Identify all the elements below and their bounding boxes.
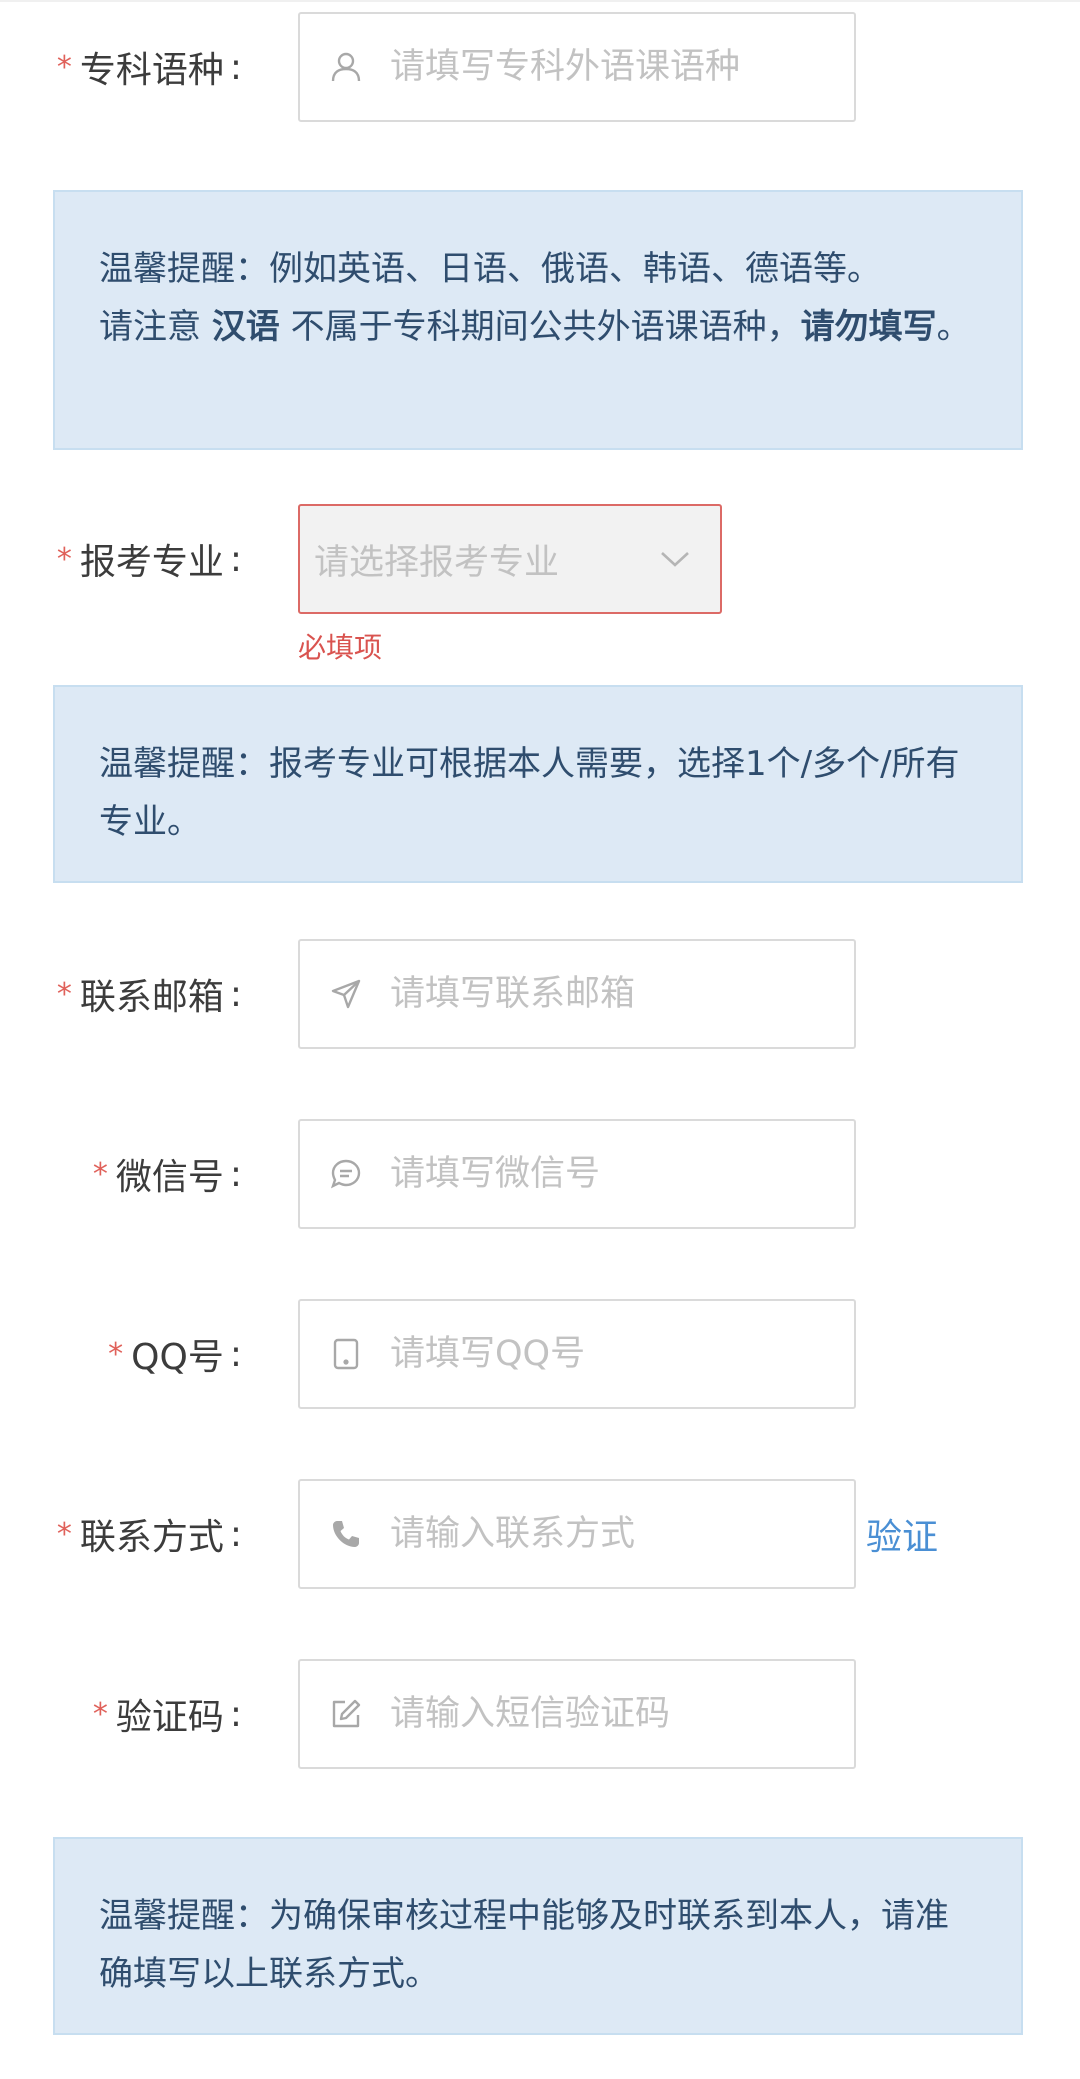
tip-pre: 请注意 — [99, 307, 212, 347]
required-mark: * — [56, 49, 72, 85]
phone-input[interactable] — [390, 1514, 854, 1554]
phone-label: * 联系方式 : — [57, 1479, 242, 1589]
tip-language: 温馨提醒：例如英语、日语、俄语、韩语、德语等。 请注意 汉语 不属于专科期间公共… — [53, 190, 1023, 450]
phone-field[interactable] — [298, 1479, 856, 1589]
qq-label: * QQ号 : — [108, 1299, 242, 1409]
wechat-label-text: 微信号 — [115, 1157, 224, 1198]
wechat-row: * 微信号 : — [0, 1119, 1080, 1229]
qq-row: * QQ号 : — [0, 1299, 1080, 1409]
code-label: * 验证码 : — [93, 1659, 242, 1769]
language-label: * 专科语种 : — [57, 12, 242, 122]
label-colon: : — [229, 1333, 242, 1375]
email-label: * 联系邮箱 : — [57, 939, 242, 1049]
required-mark: * — [92, 1156, 108, 1192]
top-divider — [0, 0, 1080, 2]
code-field[interactable] — [298, 1659, 856, 1769]
label-colon: : — [229, 538, 242, 580]
chat-icon — [330, 1158, 362, 1190]
tip-mid: 不属于专科期间公共外语课语种， — [279, 307, 801, 347]
user-icon — [330, 51, 362, 83]
major-label-text: 报考专业 — [79, 542, 224, 583]
wechat-label: * 微信号 : — [93, 1119, 242, 1229]
tip-post: 。 — [936, 307, 971, 347]
major-select[interactable]: 请选择报考专业 — [298, 504, 722, 614]
tip-language-line2: 请注意 汉语 不属于专科期间公共外语课语种，请勿填写。 — [99, 298, 981, 356]
email-input[interactable] — [390, 974, 854, 1014]
qq-field[interactable] — [298, 1299, 856, 1409]
required-mark: * — [92, 1696, 108, 1732]
tip-bold-chinese: 汉语 — [211, 307, 280, 347]
tip-major-text: 温馨提醒：报考专业可根据本人需要，选择1个/多个/所有专业。 — [99, 744, 960, 842]
language-label-text: 专科语种 — [79, 50, 224, 91]
language-field[interactable] — [298, 12, 856, 122]
tip-major: 温馨提醒：报考专业可根据本人需要，选择1个/多个/所有专业。 — [53, 685, 1023, 883]
label-colon: : — [229, 973, 242, 1015]
wechat-input[interactable] — [390, 1154, 854, 1194]
required-mark: * — [56, 976, 72, 1012]
tip-contact: 温馨提醒：为确保审核过程中能够及时联系到本人，请准确填写以上联系方式。 — [53, 1837, 1023, 2035]
phone-row: * 联系方式 : 验证 — [0, 1479, 1080, 1589]
qq-label-text: QQ号 — [131, 1337, 224, 1378]
send-icon — [330, 978, 362, 1010]
required-mark: * — [108, 1336, 124, 1372]
language-input[interactable] — [390, 47, 854, 87]
label-colon: : — [229, 1693, 242, 1735]
major-row: * 报考专业 : 请选择报考专业 必填项 — [0, 504, 1080, 674]
tip-contact-text: 温馨提醒：为确保审核过程中能够及时联系到本人，请准确填写以上联系方式。 — [99, 1896, 949, 1994]
verify-button[interactable]: 验证 — [866, 1479, 938, 1589]
major-select-placeholder: 请选择报考专业 — [314, 542, 560, 583]
email-label-text: 联系邮箱 — [79, 977, 224, 1018]
edit-icon — [330, 1698, 362, 1730]
tip-bold-donotfill: 请勿填写 — [800, 307, 937, 347]
major-error-text: 必填项 — [298, 631, 383, 664]
wechat-field[interactable] — [298, 1119, 856, 1229]
language-row: * 专科语种 : — [0, 12, 1080, 122]
required-mark: * — [56, 541, 72, 577]
code-input[interactable] — [390, 1694, 854, 1734]
required-mark: * — [56, 1516, 72, 1552]
label-colon: : — [229, 46, 242, 88]
email-row: * 联系邮箱 : — [0, 939, 1080, 1049]
label-colon: : — [229, 1513, 242, 1555]
code-label-text: 验证码 — [115, 1697, 224, 1738]
phone-icon — [330, 1518, 362, 1550]
qq-input[interactable] — [390, 1334, 854, 1374]
phone-label-text: 联系方式 — [79, 1517, 224, 1558]
tip-language-line1: 温馨提醒：例如英语、日语、俄语、韩语、德语等。 — [99, 249, 881, 289]
label-colon: : — [229, 1153, 242, 1195]
phone-device-icon — [330, 1338, 362, 1370]
code-row: * 验证码 : — [0, 1659, 1080, 1769]
chevron-down-icon — [660, 550, 690, 568]
major-label: * 报考专业 : — [57, 504, 242, 614]
email-field[interactable] — [298, 939, 856, 1049]
